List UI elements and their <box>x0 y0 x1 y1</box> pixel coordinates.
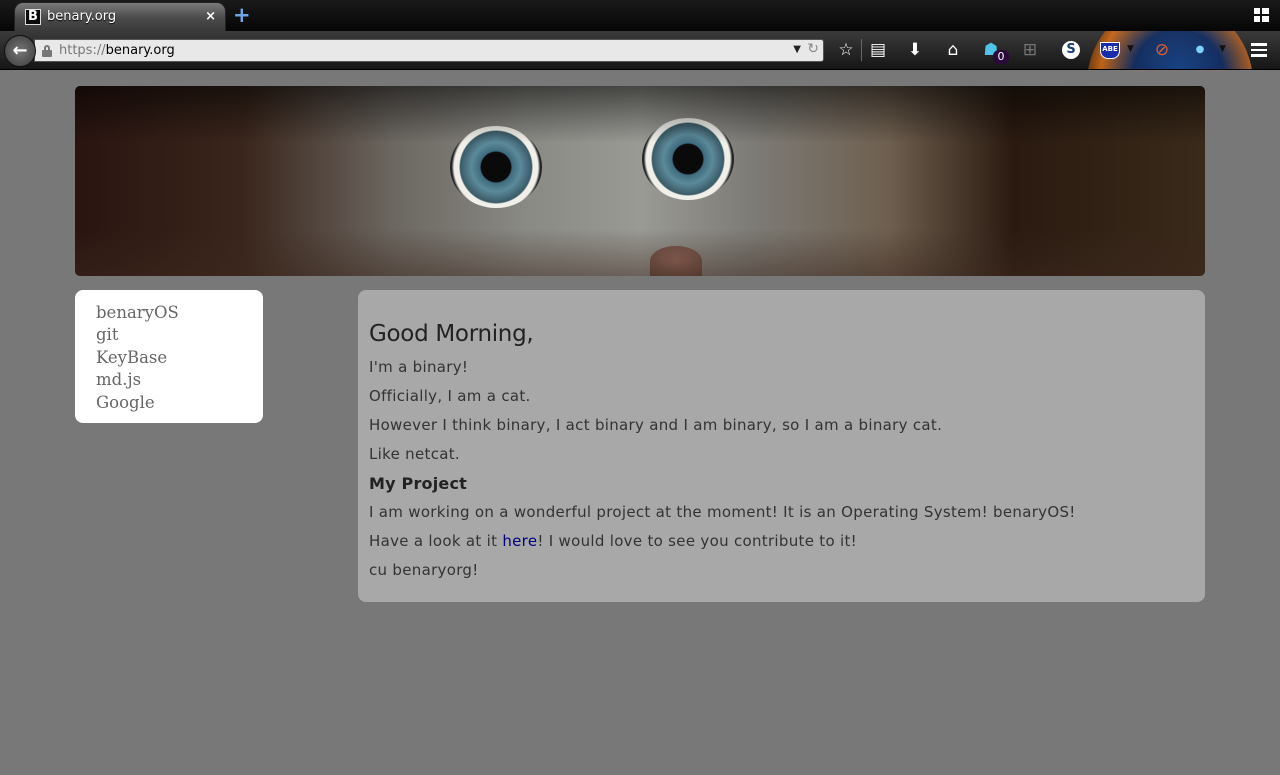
look-suffix: ! I would love to see you contribute to … <box>537 532 857 550</box>
lock-icon <box>42 45 52 57</box>
project-heading: My Project <box>369 474 467 493</box>
look-prefix: Have a look at it <box>369 532 503 550</box>
tab-groups-icon[interactable] <box>1254 8 1269 22</box>
greeting-heading: Good Morning, <box>369 321 534 347</box>
home-icon[interactable]: ⌂ <box>941 38 965 62</box>
project-text: I am working on a wonderful project at t… <box>369 503 1076 521</box>
sidebar-link-keybase[interactable]: KeyBase <box>96 347 263 369</box>
extension-dropdown-icon[interactable]: ▼ <box>1219 44 1226 54</box>
downloads-icon[interactable]: ⬇ <box>903 38 927 62</box>
intro-line: Officially, I am a cat. <box>369 387 531 405</box>
sidebar-link-git[interactable]: git <box>96 324 263 346</box>
url-history-dropdown-icon[interactable]: ▼ <box>793 44 801 55</box>
url-bar[interactable]: https://benary.org ▼ ↻ <box>34 39 824 62</box>
new-tab-button[interactable]: + <box>233 4 251 26</box>
intro-line: I'm a binary! <box>369 358 469 376</box>
favicon-icon: B <box>25 9 41 25</box>
s-extension-icon[interactable]: S <box>1062 41 1080 59</box>
menu-icon[interactable] <box>1251 43 1267 57</box>
bookmark-star-icon[interactable]: ☆ <box>834 38 858 62</box>
intro-line: However I think binary, I act binary and… <box>369 416 943 434</box>
main-content: Good Morning, I'm a binary! Officially, … <box>358 290 1205 602</box>
extension-gray-icon[interactable]: ⊞ <box>1018 38 1042 62</box>
back-button[interactable]: ← <box>4 35 36 67</box>
bookmarks-menu-icon[interactable]: ▤ <box>866 38 890 62</box>
abe-dropdown-icon[interactable]: ▼ <box>1127 44 1134 54</box>
signoff-text: cu benaryorg! <box>369 561 479 579</box>
banner-shade <box>75 86 1205 276</box>
tab-benary[interactable]: B benary.org × <box>14 2 226 31</box>
ghostery-badge: 0 <box>993 50 1009 64</box>
tab-bar: B benary.org × + <box>0 0 1280 31</box>
reload-icon[interactable]: ↻ <box>807 41 819 57</box>
sidebar-link-mdjs[interactable]: md.js <box>96 369 263 391</box>
tab-title: benary.org <box>47 9 117 24</box>
close-tab-icon[interactable]: × <box>205 9 216 24</box>
url-scheme: https:// <box>59 43 106 58</box>
nav-toolbar: ← https://benary.org ▼ ↻ ☆ ▤ ⬇ ⌂ ☗ 0 ⊞ S… <box>0 31 1280 70</box>
toolbar-divider <box>861 39 862 61</box>
extension-blue-dot-icon[interactable]: ● <box>1188 38 1212 62</box>
sidebar-link-google[interactable]: Google <box>96 392 263 414</box>
extension-orange-icon[interactable]: ⊘ <box>1150 38 1174 62</box>
abe-shield-icon[interactable]: ABE <box>1100 42 1120 59</box>
url-host: benary.org <box>105 43 175 58</box>
sidebar-link-benaryos[interactable]: benaryOS <box>96 302 263 324</box>
intro-line: Like netcat. <box>369 445 460 463</box>
project-link[interactable]: here <box>502 532 537 550</box>
sidebar-nav: benaryOS git KeyBase md.js Google <box>75 290 263 423</box>
url-text[interactable]: https://benary.org <box>59 43 175 58</box>
cat-banner-image <box>75 86 1205 276</box>
look-line: Have a look at it here! I would love to … <box>369 527 1194 556</box>
